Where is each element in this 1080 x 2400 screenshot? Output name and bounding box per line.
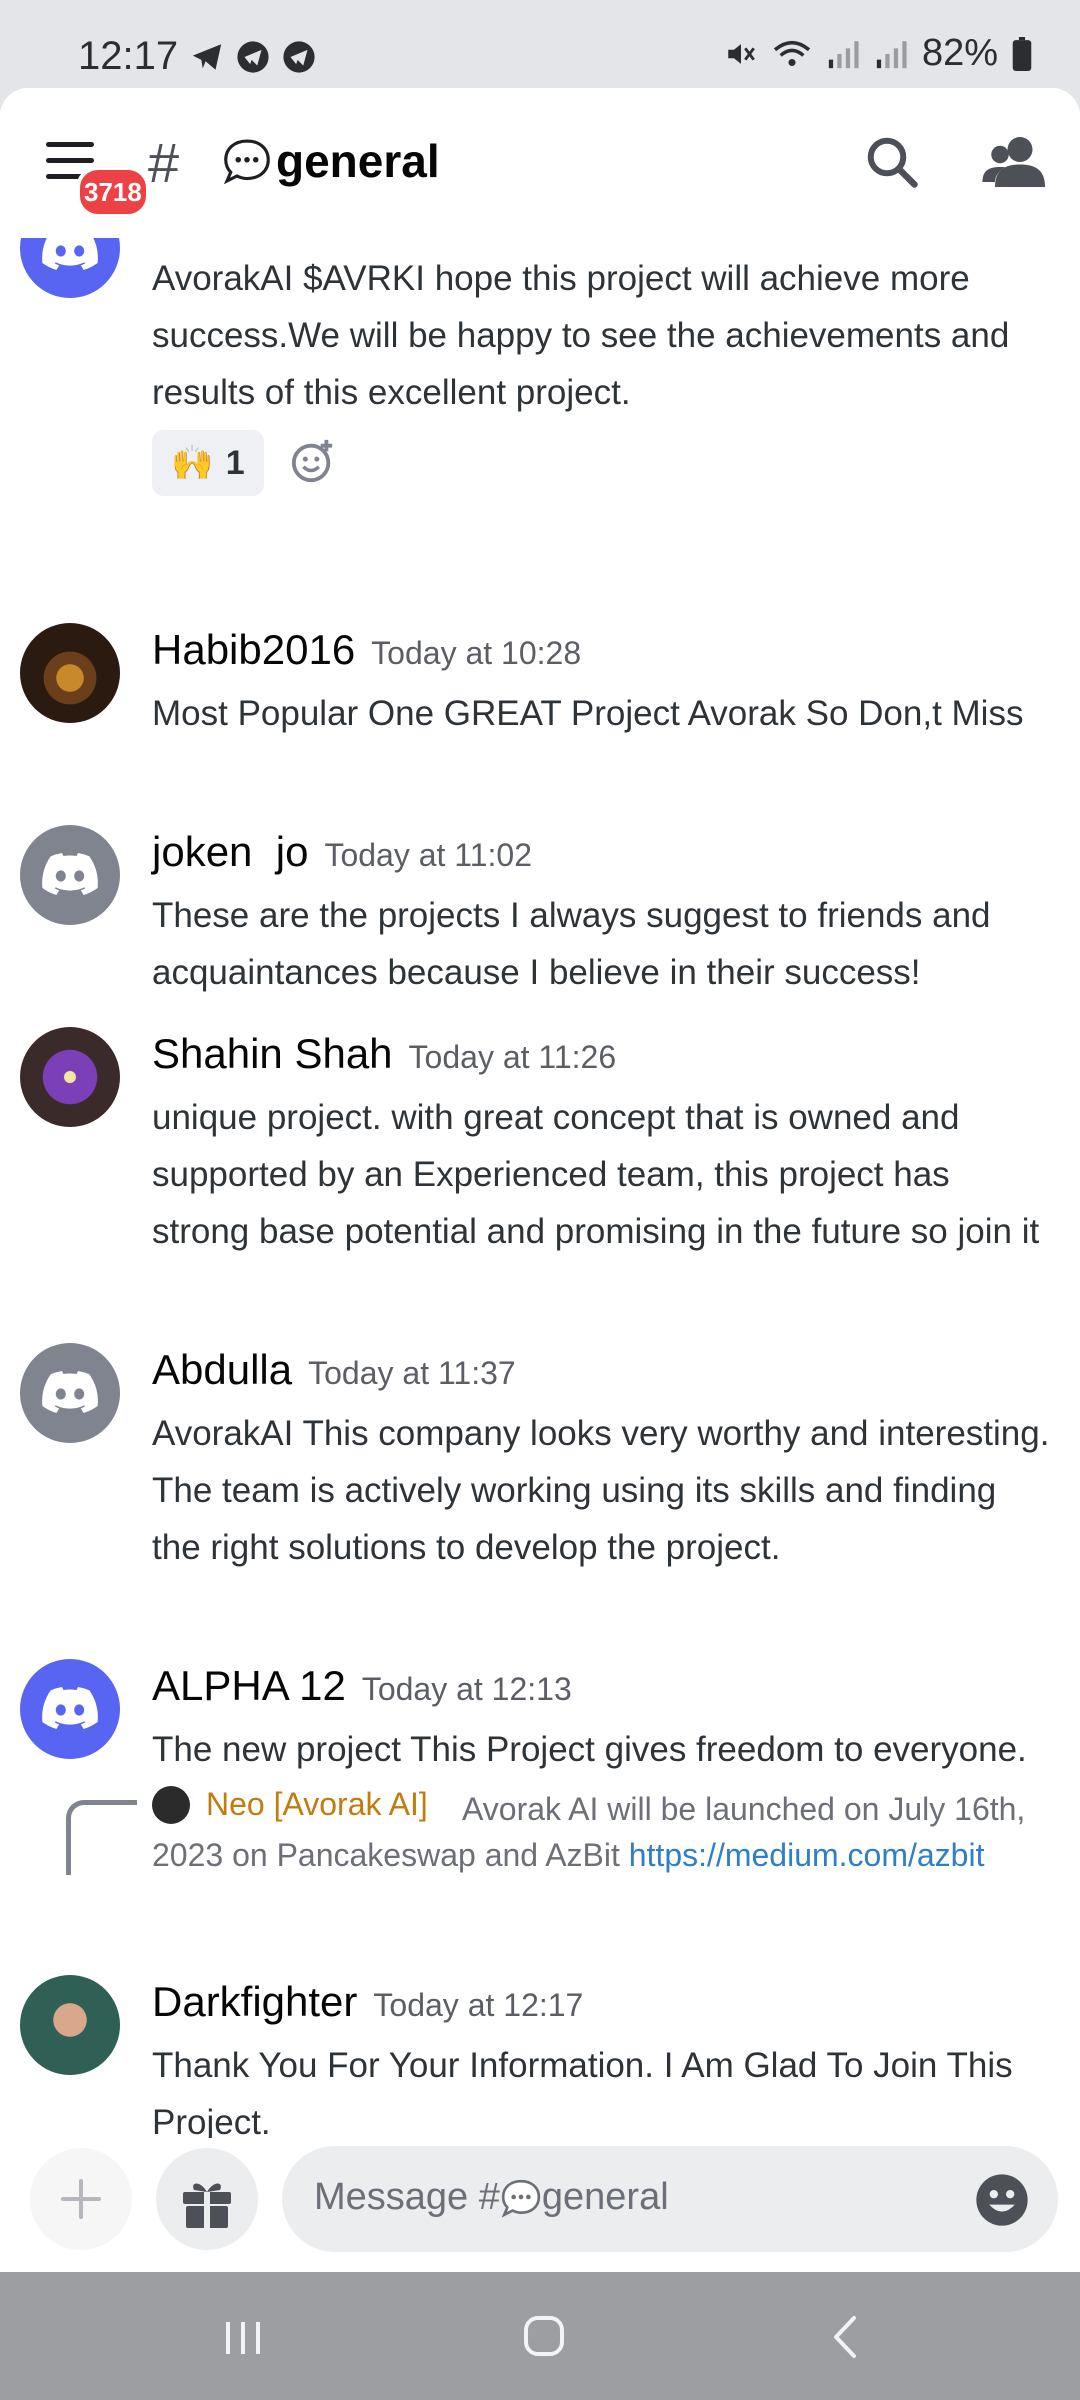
telegram-icon — [237, 41, 269, 73]
reaction-emoji: 🙌 — [171, 444, 214, 482]
telegram-icon — [283, 41, 315, 73]
search-icon[interactable] — [862, 132, 922, 192]
plus-icon — [61, 2179, 101, 2219]
back-icon[interactable] — [830, 2314, 860, 2360]
message-header: Darkfighter Today at 12:17 — [152, 1978, 583, 2026]
avatar[interactable] — [20, 825, 120, 925]
timestamp: Today at 10:28 — [371, 635, 582, 671]
reply-preview[interactable]: Avorak AI will be launched on July 16th,… — [152, 1786, 1062, 1878]
username[interactable]: Darkfighter — [152, 1978, 357, 2026]
mute-icon — [728, 43, 755, 64]
username[interactable]: Shahin Shah — [152, 1030, 393, 1078]
menu-line — [46, 158, 94, 163]
gift-icon — [183, 2183, 231, 2228]
message-header: joken jo Today at 11:02 — [152, 828, 532, 876]
channel-name: general — [276, 135, 440, 187]
message-header: Shahin Shah Today at 11:26 — [152, 1030, 616, 1078]
avatar[interactable] — [20, 1975, 120, 2075]
speech-bubble-icon — [223, 139, 270, 185]
home-icon[interactable] — [522, 2314, 566, 2358]
avatar[interactable] — [20, 1027, 120, 1127]
timestamp: Today at 12:17 — [373, 1987, 584, 2023]
placeholder-prefix: Message # — [314, 2176, 500, 2218]
message-text: unique project. with great concept that … — [152, 1098, 1040, 1251]
message-text: Thank You For Your Information. I Am Gla… — [152, 2046, 1013, 2142]
notification-badge: 3718 — [76, 166, 150, 218]
username[interactable]: Abdulla — [152, 1346, 292, 1394]
add-reaction-icon[interactable] — [290, 438, 336, 484]
message-input[interactable]: Message # general — [282, 2146, 1058, 2252]
username[interactable]: Habib2016 — [152, 626, 355, 674]
username[interactable]: ALPHA 12 — [152, 1662, 346, 1710]
recent-apps-icon[interactable] — [222, 2318, 264, 2358]
menu-line — [46, 142, 94, 147]
discord-logo-icon — [42, 1687, 98, 1729]
system-nav-bar — [0, 2272, 1080, 2400]
emoji-icon[interactable] — [974, 2172, 1030, 2228]
message-text: Most Popular One GREAT Project Avorak So… — [152, 694, 1024, 733]
telegram-icon — [192, 44, 222, 70]
discord-app: 3718 # general AvorakAI $AVRKI hope this… — [0, 88, 1080, 2272]
message-header: Habib2016 Today at 10:28 — [152, 626, 581, 674]
reaction-count: 1 — [225, 443, 245, 482]
timestamp: Today at 11:02 — [324, 837, 532, 873]
placeholder-channel: general — [541, 2176, 669, 2218]
timestamp: Today at 11:26 — [408, 1039, 617, 1075]
message-text: These are the projects I always suggest … — [152, 896, 991, 992]
discord-logo-icon — [42, 1371, 98, 1413]
message-list[interactable]: AvorakAI $AVRKI hope this project will a… — [0, 198, 1080, 2142]
discord-logo-icon — [42, 853, 98, 895]
channel-title[interactable]: general — [222, 134, 440, 188]
timestamp: Today at 12:13 — [361, 1671, 572, 1707]
avatar[interactable] — [20, 1343, 120, 1443]
members-icon[interactable] — [982, 132, 1048, 192]
message-header: Abdulla Today at 11:37 — [152, 1346, 516, 1394]
message-text: AvorakAI $AVRKI hope this project will a… — [152, 259, 1010, 412]
message-header: ALPHA 12 Today at 12:13 — [152, 1662, 572, 1710]
battery-percent: 82% — [921, 32, 998, 74]
avatar[interactable] — [20, 623, 120, 723]
message-placeholder: Message # general — [314, 2176, 669, 2219]
battery-icon — [1012, 36, 1032, 71]
message-text: The new project This Project gives freed… — [152, 1730, 1027, 1769]
attach-button[interactable] — [30, 2148, 132, 2250]
avatar[interactable] — [20, 1659, 120, 1759]
reply-link[interactable]: https://medium.com/azbit — [629, 1837, 985, 1873]
hash-icon: # — [148, 131, 180, 194]
username[interactable]: joken jo — [152, 828, 308, 876]
reply-connector — [66, 1800, 137, 1875]
status-bar: 12:17 82% — [0, 0, 1080, 88]
signal-icon — [876, 40, 907, 68]
speech-bubble-icon — [501, 2179, 541, 2218]
wifi-icon — [773, 40, 811, 66]
signal-icon — [828, 40, 859, 68]
channel-header: 3718 # general — [0, 88, 1080, 238]
status-icons: 82% — [724, 32, 1032, 75]
gift-button[interactable] — [156, 2148, 258, 2250]
reaction-chip[interactable]: 🙌 1 — [152, 430, 264, 496]
message-text: AvorakAI This company looks very worthy … — [152, 1414, 1050, 1567]
timestamp: Today at 11:37 — [308, 1355, 516, 1391]
status-time: 12:17 — [78, 34, 179, 78]
